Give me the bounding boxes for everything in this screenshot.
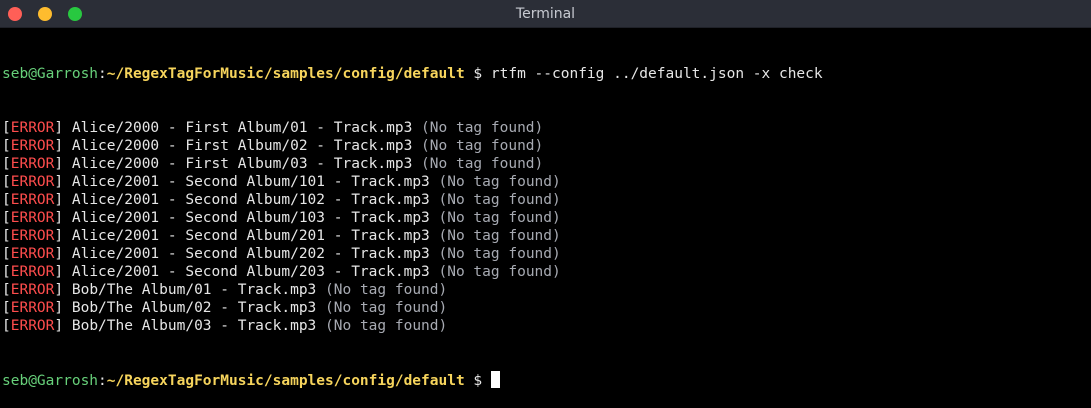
entered-command: rtfm --config ../default.json -x check bbox=[490, 66, 823, 82]
error-bracket-open: [ bbox=[2, 210, 11, 226]
error-message: (No tag found) bbox=[438, 210, 561, 226]
error-message: (No tag found) bbox=[438, 228, 561, 244]
error-file-path: Alice/2000 - First Album/02 - Track.mp3 bbox=[63, 138, 422, 154]
error-level: ERROR bbox=[10, 138, 55, 154]
error-bracket-close: ] bbox=[54, 174, 64, 190]
error-file-path: Bob/The Album/01 - Track.mp3 bbox=[63, 282, 326, 298]
error-file-path: Alice/2001 - Second Album/103 - Track.mp… bbox=[63, 210, 439, 226]
error-bracket-open: [ bbox=[2, 120, 11, 136]
terminal-window: Terminal seb@Garrosh:~/RegexTagForMusic/… bbox=[0, 0, 1091, 408]
command-line: seb@Garrosh:~/RegexTagForMusic/samples/c… bbox=[2, 65, 1091, 83]
error-line: [ERROR] Alice/2001 - Second Album/203 - … bbox=[2, 263, 1091, 281]
error-file-path: Bob/The Album/02 - Track.mp3 bbox=[63, 300, 326, 316]
error-message: (No tag found) bbox=[421, 156, 544, 172]
error-bracket-open: [ bbox=[2, 192, 11, 208]
error-message: (No tag found) bbox=[421, 120, 544, 136]
error-bracket-open: [ bbox=[2, 174, 11, 190]
error-bracket-open: [ bbox=[2, 318, 11, 334]
error-file-path: Alice/2001 - Second Album/201 - Track.mp… bbox=[63, 228, 439, 244]
error-line: [ERROR] Alice/2000 - First Album/02 - Tr… bbox=[2, 137, 1091, 155]
error-bracket-close: ] bbox=[54, 318, 64, 334]
error-level: ERROR bbox=[10, 264, 55, 280]
error-list: [ERROR] Alice/2000 - First Album/01 - Tr… bbox=[2, 119, 1091, 335]
error-file-path: Alice/2000 - First Album/03 - Track.mp3 bbox=[63, 156, 422, 172]
error-bracket-open: [ bbox=[2, 228, 11, 244]
window-title: Terminal bbox=[515, 6, 576, 22]
prompt-user-host: seb@Garrosh bbox=[2, 373, 99, 389]
error-level: ERROR bbox=[10, 210, 55, 226]
error-bracket-close: ] bbox=[54, 156, 64, 172]
prompt-symbol: $ bbox=[464, 373, 491, 389]
prompt-user-host: seb@Garrosh bbox=[2, 66, 99, 82]
error-line: [ERROR] Alice/2000 - First Album/01 - Tr… bbox=[2, 119, 1091, 137]
error-message: (No tag found) bbox=[421, 138, 544, 154]
error-level: ERROR bbox=[10, 120, 55, 136]
error-level: ERROR bbox=[10, 174, 55, 190]
error-file-path: Alice/2001 - Second Album/203 - Track.mp… bbox=[63, 264, 439, 280]
error-bracket-open: [ bbox=[2, 264, 11, 280]
prompt-path: ~/RegexTagForMusic/samples/config/defaul… bbox=[106, 373, 465, 389]
title-bar[interactable]: Terminal bbox=[0, 0, 1091, 28]
error-file-path: Alice/2001 - Second Album/101 - Track.mp… bbox=[63, 174, 439, 190]
error-bracket-open: [ bbox=[2, 156, 11, 172]
error-level: ERROR bbox=[10, 246, 55, 262]
error-bracket-close: ] bbox=[54, 300, 64, 316]
error-bracket-open: [ bbox=[2, 300, 11, 316]
prompt-path: ~/RegexTagForMusic/samples/config/defaul… bbox=[106, 66, 465, 82]
error-level: ERROR bbox=[10, 318, 55, 334]
error-bracket-close: ] bbox=[54, 192, 64, 208]
error-message: (No tag found) bbox=[438, 246, 561, 262]
error-bracket-close: ] bbox=[54, 210, 64, 226]
error-line: [ERROR] Alice/2001 - Second Album/101 - … bbox=[2, 173, 1091, 191]
error-level: ERROR bbox=[10, 282, 55, 298]
error-message: (No tag found) bbox=[438, 264, 561, 280]
error-line: [ERROR] Bob/The Album/01 - Track.mp3 (No… bbox=[2, 281, 1091, 299]
error-line: [ERROR] Alice/2000 - First Album/03 - Tr… bbox=[2, 155, 1091, 173]
error-bracket-open: [ bbox=[2, 282, 11, 298]
error-bracket-close: ] bbox=[54, 246, 64, 262]
error-bracket-close: ] bbox=[54, 264, 64, 280]
error-message: (No tag found) bbox=[438, 174, 561, 190]
text-cursor bbox=[490, 371, 500, 388]
error-file-path: Bob/The Album/03 - Track.mp3 bbox=[63, 318, 326, 334]
error-level: ERROR bbox=[10, 228, 55, 244]
error-bracket-close: ] bbox=[54, 120, 64, 136]
prompt-colon: : bbox=[98, 373, 107, 389]
error-message: (No tag found) bbox=[325, 318, 448, 334]
error-level: ERROR bbox=[10, 156, 55, 172]
error-bracket-open: [ bbox=[2, 138, 11, 154]
error-line: [ERROR] Alice/2001 - Second Album/202 - … bbox=[2, 245, 1091, 263]
error-bracket-close: ] bbox=[54, 138, 64, 154]
error-line: [ERROR] Bob/The Album/03 - Track.mp3 (No… bbox=[2, 317, 1091, 335]
terminal-output[interactable]: seb@Garrosh:~/RegexTagForMusic/samples/c… bbox=[2, 29, 1091, 408]
error-line: [ERROR] Alice/2001 - Second Album/103 - … bbox=[2, 209, 1091, 227]
prompt-colon: : bbox=[98, 66, 107, 82]
error-file-path: Alice/2000 - First Album/01 - Track.mp3 bbox=[63, 120, 422, 136]
error-file-path: Alice/2001 - Second Album/102 - Track.mp… bbox=[63, 192, 439, 208]
error-line: [ERROR] Alice/2001 - Second Album/102 - … bbox=[2, 191, 1091, 209]
error-message: (No tag found) bbox=[438, 192, 561, 208]
error-message: (No tag found) bbox=[325, 282, 448, 298]
error-message: (No tag found) bbox=[325, 300, 448, 316]
error-line: [ERROR] Bob/The Album/02 - Track.mp3 (No… bbox=[2, 299, 1091, 317]
active-prompt-line[interactable]: seb@Garrosh:~/RegexTagForMusic/samples/c… bbox=[2, 371, 1091, 389]
error-bracket-close: ] bbox=[54, 282, 64, 298]
prompt-symbol: $ bbox=[464, 66, 491, 82]
error-file-path: Alice/2001 - Second Album/202 - Track.mp… bbox=[63, 246, 439, 262]
error-line: [ERROR] Alice/2001 - Second Album/201 - … bbox=[2, 227, 1091, 245]
error-bracket-close: ] bbox=[54, 228, 64, 244]
error-level: ERROR bbox=[10, 192, 55, 208]
error-bracket-open: [ bbox=[2, 246, 11, 262]
error-level: ERROR bbox=[10, 300, 55, 316]
